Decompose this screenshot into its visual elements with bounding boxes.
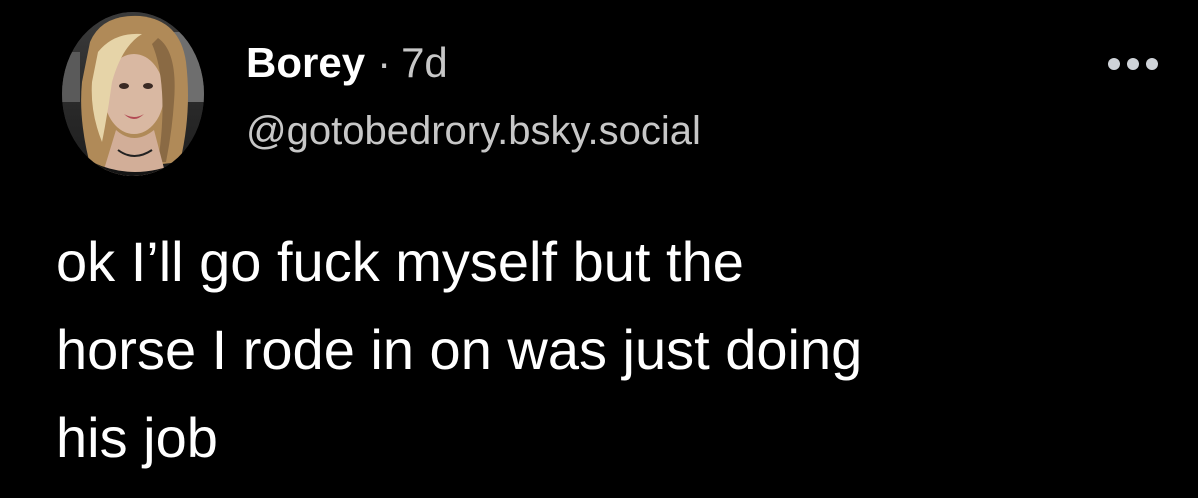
post-text-line: ok I’ll go fuck myself but the bbox=[56, 230, 744, 293]
ellipsis-icon bbox=[1127, 58, 1139, 70]
timestamp[interactable]: 7d bbox=[401, 36, 448, 90]
user-handle[interactable]: @gotobedrory.bsky.social bbox=[246, 106, 701, 156]
name-line: Borey · 7d bbox=[246, 36, 701, 90]
avatar[interactable] bbox=[62, 12, 204, 176]
post-text-line: horse I rode in on was just doing bbox=[56, 318, 863, 381]
post-text-line: his job bbox=[56, 406, 218, 469]
display-name[interactable]: Borey bbox=[246, 36, 365, 90]
post-header: Borey · 7d @gotobedrory.bsky.social bbox=[246, 36, 701, 156]
more-options-button[interactable] bbox=[1098, 44, 1168, 84]
ellipsis-icon bbox=[1108, 58, 1120, 70]
separator-dot: · bbox=[377, 39, 392, 86]
post-card: Borey · 7d @gotobedrory.bsky.social ok I… bbox=[0, 0, 1198, 498]
post-text: ok I’ll go fuck myself but the horse I ro… bbox=[56, 218, 1166, 482]
ellipsis-icon bbox=[1146, 58, 1158, 70]
avatar-photo-icon bbox=[62, 12, 204, 176]
